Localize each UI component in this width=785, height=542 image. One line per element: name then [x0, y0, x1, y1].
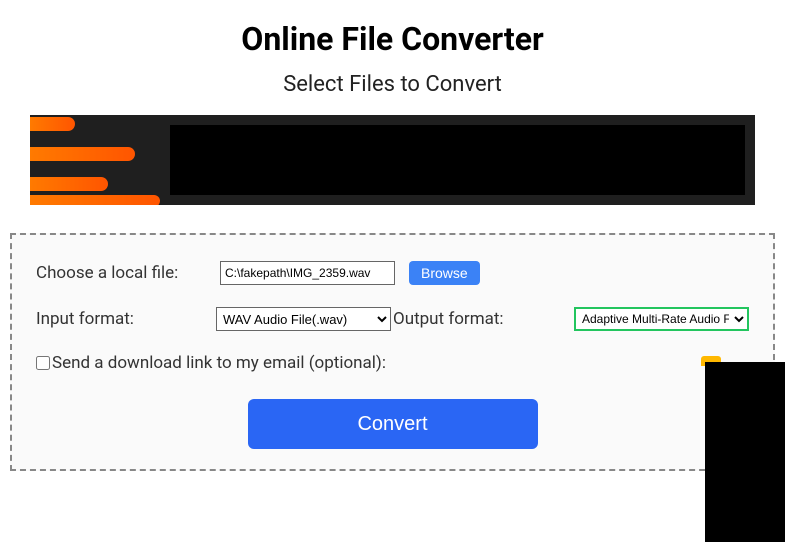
- banner-decoration: [30, 115, 180, 205]
- browse-button[interactable]: Browse: [409, 261, 480, 285]
- email-checkbox-label: Send a download link to my email (option…: [52, 353, 386, 373]
- page-title: Online File Converter: [0, 20, 785, 58]
- ad-banner: [30, 115, 755, 205]
- convert-button[interactable]: Convert: [248, 399, 538, 449]
- input-format-select[interactable]: WAV Audio File(.wav): [216, 307, 391, 331]
- converter-form: Choose a local file: C:\fakepath\IMG_235…: [10, 233, 775, 471]
- choose-file-label: Choose a local file:: [36, 263, 216, 283]
- email-checkbox[interactable]: [36, 356, 50, 370]
- input-format-label: Input format:: [36, 309, 216, 329]
- overlay-panel: [705, 362, 785, 542]
- output-format-label: Output format:: [393, 309, 504, 329]
- output-format-select[interactable]: Adaptive Multi-Rate Audio File(.amr): [574, 307, 749, 331]
- file-path-display: C:\fakepath\IMG_2359.wav: [220, 261, 395, 285]
- banner-content: [170, 125, 745, 195]
- page-subtitle: Select Files to Convert: [0, 72, 785, 97]
